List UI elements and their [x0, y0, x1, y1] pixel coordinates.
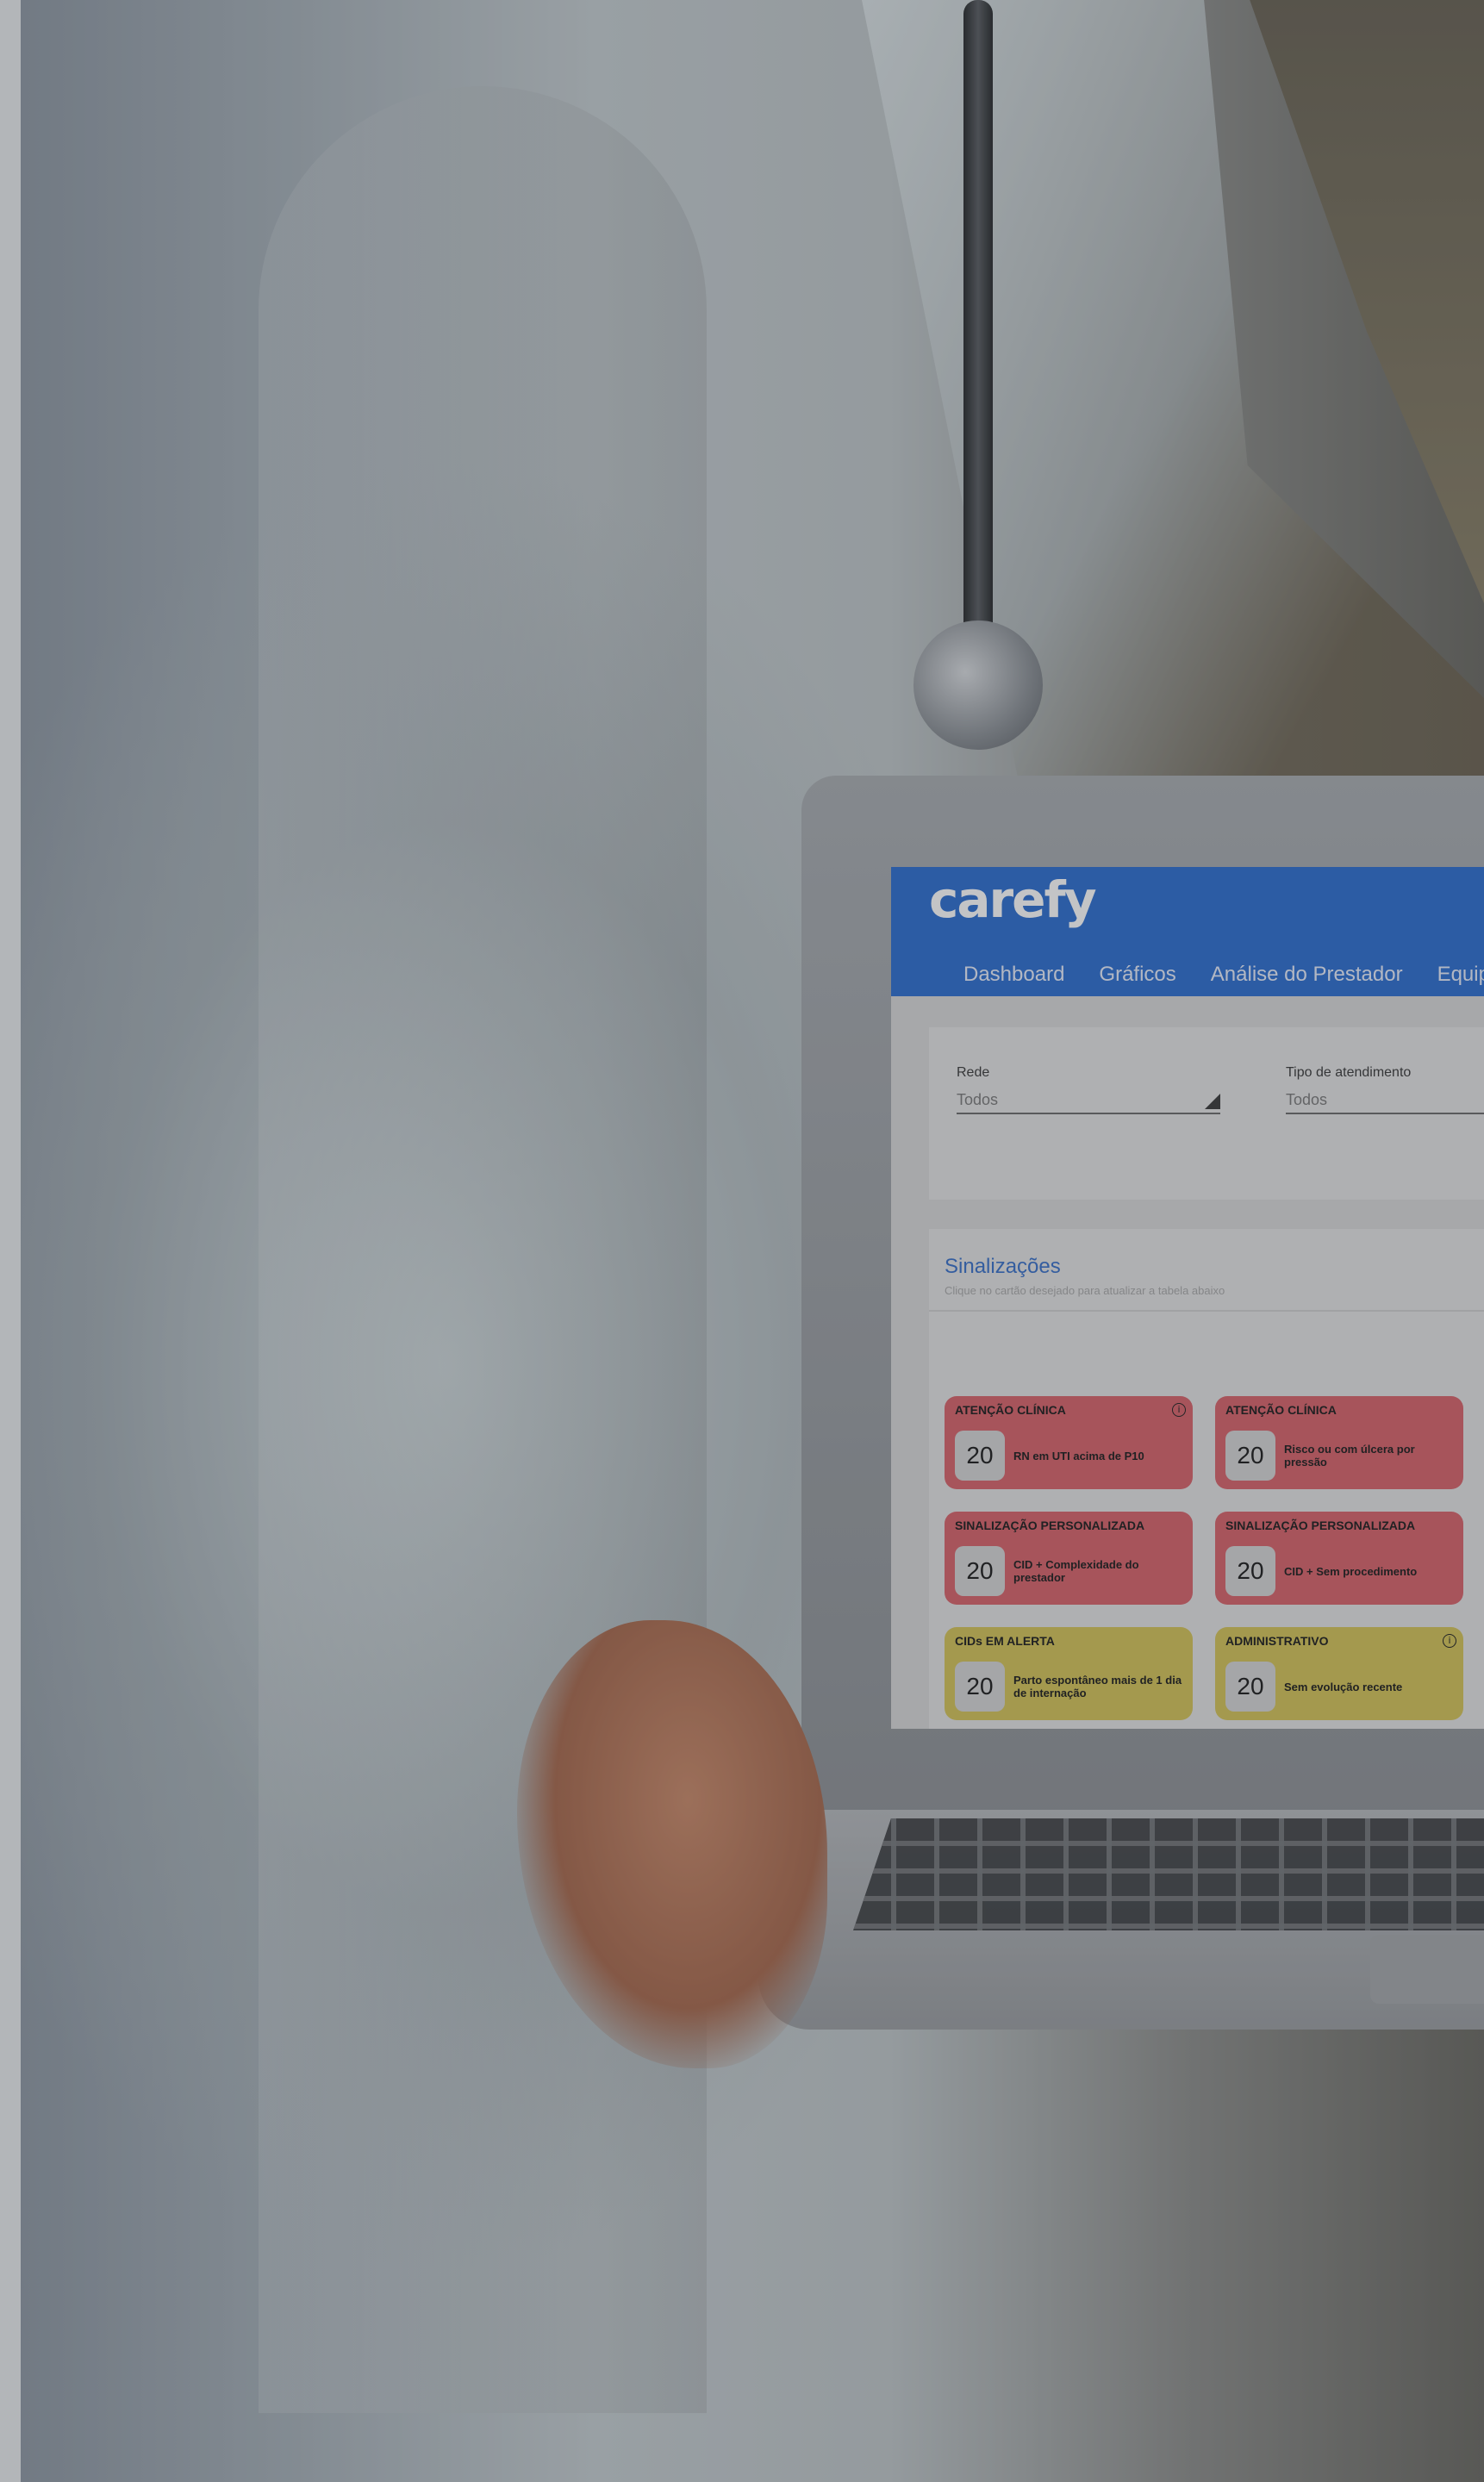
signal-card-rn-uti[interactable]: ATENÇÃO CLÍNICA i 20 RN em UTI acima de …: [945, 1396, 1193, 1489]
app-header: carefy Dashboard Gráficos Análise do Pre…: [891, 867, 1484, 996]
signals-panel: Sinalizações Clique no cartão desejado p…: [929, 1229, 1484, 1729]
nav-item-dashboard[interactable]: Dashboard: [963, 963, 1064, 987]
rede-select-value: Todos: [957, 1091, 999, 1108]
card-count: 20: [955, 1662, 1005, 1712]
rede-select[interactable]: Todos: [957, 1091, 1220, 1114]
stethoscope-tube: [963, 0, 993, 655]
laptop-screen: carefy Dashboard Gráficos Análise do Pre…: [891, 867, 1484, 1729]
main-nav: Dashboard Gráficos Análise do Prestador …: [891, 953, 1484, 996]
signals-hint: Clique no cartão desejado para atualizar…: [945, 1284, 1225, 1297]
card-count: 20: [1225, 1431, 1275, 1481]
card-category: SINALIZAÇÃO PERSONALIZADA: [955, 1519, 1145, 1532]
card-category: ATENÇÃO CLÍNICA: [955, 1403, 1066, 1417]
filters-panel: Rede Todos Tipo de atendimento Todos: [929, 1027, 1484, 1200]
card-count: 20: [1225, 1546, 1275, 1596]
nav-item-analise-prestador[interactable]: Análise do Prestador: [1211, 963, 1403, 987]
card-count: 20: [955, 1431, 1005, 1481]
signal-card-parto-espontaneo[interactable]: CIDs EM ALERTA 20 Parto espontâneo mais …: [945, 1627, 1193, 1720]
card-description: CID + Sem procedimento: [1284, 1564, 1418, 1578]
card-description: Parto espontâneo mais de 1 dia de intern…: [1013, 1674, 1182, 1699]
card-description: Risco ou com úlcera por pressão: [1284, 1443, 1415, 1469]
signal-card-sem-evolucao[interactable]: ADMINISTRATIVO i 20 Sem evolução recente: [1215, 1627, 1463, 1720]
dropdown-arrow-icon[interactable]: [1205, 1094, 1220, 1109]
tipo-atendimento-value: Todos: [1286, 1091, 1328, 1108]
laptop-trackpad: [1370, 1935, 1484, 2004]
card-description: CID + Complexidade do prestador: [1013, 1558, 1139, 1584]
tipo-atendimento-label: Tipo de atendimento: [1286, 1065, 1412, 1080]
signal-card-cid-complexidade[interactable]: SINALIZAÇÃO PERSONALIZADA 20 CID + Compl…: [945, 1512, 1193, 1605]
card-category: ADMINISTRATIVO: [1225, 1634, 1329, 1648]
info-icon[interactable]: i: [1172, 1403, 1186, 1417]
card-count: 20: [955, 1546, 1005, 1596]
nav-item-equipe[interactable]: Equipe: [1437, 963, 1484, 987]
signals-title: Sinalizações: [945, 1255, 1061, 1278]
info-icon[interactable]: i: [1443, 1634, 1456, 1648]
stethoscope-chestpiece: [913, 620, 1043, 750]
card-category: CIDs EM ALERTA: [955, 1634, 1055, 1648]
rede-filter[interactable]: Rede Todos: [957, 1065, 1220, 1114]
card-description: Sem evolução recente: [1284, 1680, 1403, 1693]
tipo-atendimento-filter[interactable]: Tipo de atendimento Todos: [1286, 1065, 1484, 1114]
signal-card-cid-sem-procedimento[interactable]: SINALIZAÇÃO PERSONALIZADA 20 CID + Sem p…: [1215, 1512, 1463, 1605]
card-count: 20: [1225, 1662, 1275, 1712]
card-category: SINALIZAÇÃO PERSONALIZADA: [1225, 1519, 1416, 1532]
card-category: ATENÇÃO CLÍNICA: [1225, 1403, 1337, 1417]
lab-coat-sleeve: [259, 86, 707, 2413]
tipo-atendimento-select[interactable]: Todos: [1286, 1091, 1484, 1114]
left-edge-strip: [0, 0, 21, 2482]
signal-card-ulcera-pressao[interactable]: ATENÇÃO CLÍNICA 20 Risco ou com úlcera p…: [1215, 1396, 1463, 1489]
rede-filter-label: Rede: [957, 1065, 990, 1080]
carefy-logo[interactable]: carefy: [929, 870, 1097, 929]
card-description: RN em UTI acima de P10: [1013, 1449, 1144, 1462]
signals-divider: [929, 1310, 1484, 1312]
keyboard-rows: [853, 1818, 1484, 1930]
nav-item-graficos[interactable]: Gráficos: [1099, 963, 1175, 987]
